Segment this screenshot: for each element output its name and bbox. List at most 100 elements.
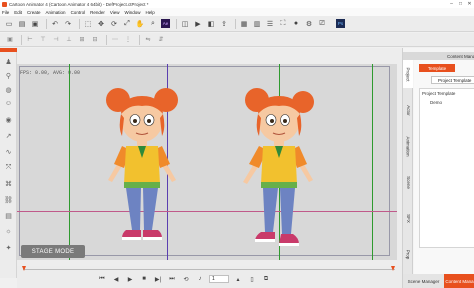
- stage-mode-button[interactable]: STAGE MODE: [21, 245, 85, 258]
- distribute-h-icon[interactable]: ⋯: [110, 35, 120, 45]
- tab-scene-manager[interactable]: Scene Manager: [403, 274, 444, 288]
- grid-icon[interactable]: ▥: [252, 19, 262, 29]
- menu-help[interactable]: Help: [146, 10, 155, 15]
- loop-icon[interactable]: ⟲: [181, 274, 191, 284]
- align-middle-icon[interactable]: ⊞: [77, 35, 87, 45]
- select-icon[interactable]: ⬚: [83, 19, 93, 29]
- menu-edit[interactable]: Edit: [14, 10, 22, 15]
- first-frame-icon[interactable]: ⏮: [97, 274, 107, 284]
- transform-icon[interactable]: ⤧: [3, 164, 14, 174]
- title-bar: Cartoon Animator 4 (Cartoon Animator 4 6…: [0, 0, 474, 8]
- align-center-icon[interactable]: ⊤: [38, 35, 48, 45]
- guide-line-vertical[interactable]: [372, 64, 373, 260]
- menu-view[interactable]: View: [110, 10, 120, 15]
- effect-icon[interactable]: ✦: [3, 244, 14, 254]
- link-icon[interactable]: ⛓: [3, 196, 14, 206]
- toggle-icon[interactable]: ▯: [247, 274, 257, 284]
- camera-icon[interactable]: ◫: [180, 19, 190, 29]
- bone-icon[interactable]: ⚲: [3, 72, 14, 82]
- timeline-icon[interactable]: ☰: [265, 19, 275, 29]
- toolbar-divider: [106, 34, 107, 45]
- character-icon[interactable]: ♟: [3, 58, 14, 68]
- distribute-v-icon[interactable]: ⋮: [123, 35, 133, 45]
- flip-v-icon[interactable]: ⇵: [156, 35, 166, 45]
- menu-control[interactable]: Control: [71, 10, 86, 15]
- sprite-icon[interactable]: ◍: [3, 86, 14, 96]
- audio-icon[interactable]: ♪: [195, 274, 205, 284]
- menu-create[interactable]: Create: [27, 10, 41, 15]
- tree-item-project-template[interactable]: Project Template: [422, 91, 455, 96]
- content-area: Template Project Template Project Templa…: [414, 60, 474, 274]
- tab-sfx[interactable]: SFX: [403, 204, 413, 232]
- character-girl-front[interactable]: [92, 84, 192, 246]
- undo-icon[interactable]: ↶: [50, 19, 60, 29]
- align-bottom-icon[interactable]: ⊟: [90, 35, 100, 45]
- motion-icon[interactable]: ↗: [3, 132, 14, 142]
- frame-number-input[interactable]: 1: [209, 275, 229, 283]
- tab-content-manager[interactable]: Content Mana: [444, 274, 474, 288]
- next-frame-icon[interactable]: ▶|: [153, 274, 163, 284]
- layer-icon[interactable]: ▤: [3, 212, 14, 222]
- guide-line-horizontal[interactable]: [17, 211, 397, 212]
- menu-animation[interactable]: Animation: [46, 10, 66, 15]
- menu-window[interactable]: Window: [125, 10, 141, 15]
- maximize-button[interactable]: □: [456, 1, 465, 7]
- open-folder-icon[interactable]: ▤: [17, 19, 27, 29]
- layout-icon[interactable]: ▦: [239, 19, 249, 29]
- flip-h-icon[interactable]: ⇋: [143, 35, 153, 45]
- save-icon[interactable]: ▣: [30, 19, 40, 29]
- record-icon[interactable]: ●: [291, 19, 301, 29]
- close-button[interactable]: ✕: [465, 1, 474, 7]
- align-right-icon[interactable]: ⊣: [51, 35, 61, 45]
- menu-file[interactable]: File: [2, 10, 9, 15]
- light-icon[interactable]: ☼: [3, 228, 14, 238]
- guide-line-vertical[interactable]: [69, 64, 70, 260]
- photoshop-icon[interactable]: Ps: [336, 19, 345, 28]
- clip-icon[interactable]: ⧉: [261, 274, 271, 284]
- play-icon[interactable]: ▶: [125, 274, 135, 284]
- move-icon[interactable]: ✥: [96, 19, 106, 29]
- tab-project[interactable]: Project: [403, 60, 413, 88]
- settings-icon[interactable]: ⚙: [304, 19, 314, 29]
- render-video-icon[interactable]: ⎚: [317, 19, 327, 29]
- prev-frame-icon[interactable]: ◀: [111, 274, 121, 284]
- align-top-icon[interactable]: ⊥: [64, 35, 74, 45]
- scale-icon[interactable]: ⤢: [122, 19, 132, 29]
- rotate-icon[interactable]: ⟳: [109, 19, 119, 29]
- align-left-icon[interactable]: ⊢: [25, 35, 35, 45]
- redo-icon[interactable]: ↷: [63, 19, 73, 29]
- puppet-icon[interactable]: ☺: [3, 100, 14, 110]
- character-girl-side[interactable]: [227, 84, 327, 250]
- deform-icon[interactable]: ⌘: [3, 180, 14, 190]
- minimize-button[interactable]: –: [447, 1, 456, 7]
- tree-item-demo[interactable]: Demo: [430, 100, 442, 105]
- pan-icon[interactable]: ✋: [135, 19, 145, 29]
- face-icon[interactable]: ◉: [3, 116, 14, 126]
- tab-animation[interactable]: Animation: [403, 132, 413, 160]
- last-frame-icon[interactable]: ⏭: [167, 274, 177, 284]
- preview-icon[interactable]: ◧: [206, 19, 216, 29]
- export-icon[interactable]: ⇪: [219, 19, 229, 29]
- stage-viewport[interactable]: FPS: 0.00, AVG: 0.00 STAGE MODE: [17, 64, 397, 260]
- zoom-icon[interactable]: ⌕: [148, 19, 158, 29]
- timeline-start-marker[interactable]: [22, 266, 26, 271]
- template-dropdown[interactable]: Project Template: [431, 76, 474, 84]
- panel-accent-bar: [0, 48, 17, 52]
- frame-icon[interactable]: ▣: [5, 35, 15, 45]
- tab-scene[interactable]: Scene: [403, 168, 413, 196]
- stage-area: FPS: 0.00, AVG: 0.00 STAGE MODE: [17, 48, 402, 266]
- fullscreen-icon[interactable]: ⛶: [278, 19, 288, 29]
- path-icon[interactable]: ∿: [3, 148, 14, 158]
- tab-template[interactable]: Template: [419, 64, 455, 72]
- tab-actor[interactable]: Actor: [403, 96, 413, 124]
- stop-icon[interactable]: ■: [139, 274, 149, 284]
- menu-render[interactable]: Render: [90, 10, 105, 15]
- stepper-up-icon[interactable]: ▴: [233, 274, 243, 284]
- new-file-icon[interactable]: ▭: [4, 19, 14, 29]
- secondary-toolbar: ▣ ⊢ ⊤ ⊣ ⊥ ⊞ ⊟ ⋯ ⋮ ⇋ ⇵: [0, 33, 474, 47]
- after-effects-icon[interactable]: Ae: [161, 19, 170, 28]
- render-icon[interactable]: ▶: [193, 19, 203, 29]
- timeline-end-marker[interactable]: [391, 266, 395, 271]
- timeline-track[interactable]: [23, 269, 395, 270]
- tab-prop[interactable]: Prop: [403, 240, 413, 268]
